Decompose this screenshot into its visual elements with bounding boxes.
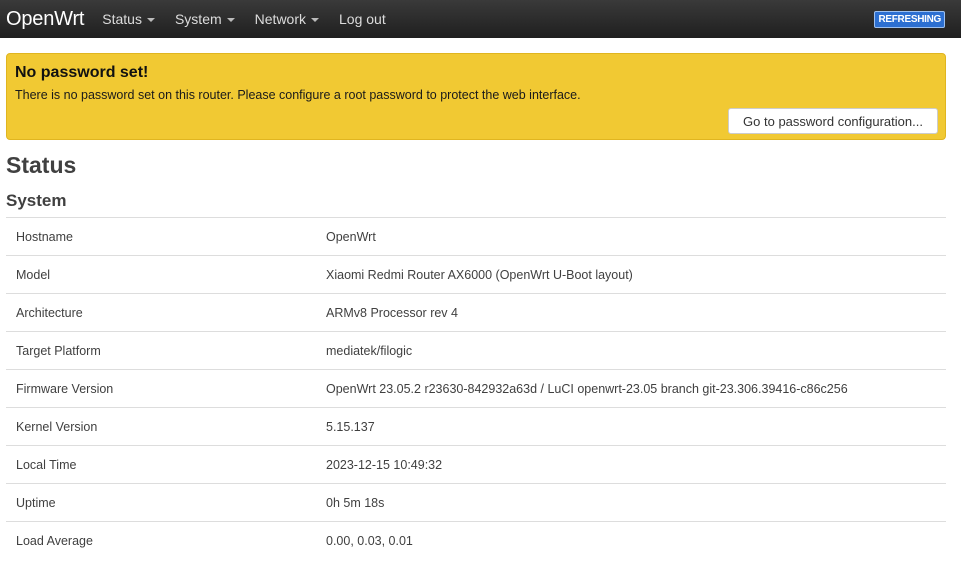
row-value: 5.15.137: [326, 419, 375, 434]
row-value: 0h 5m 18s: [326, 495, 385, 510]
refreshing-badge[interactable]: REFRESHING: [874, 11, 945, 28]
row-key: Hostname: [16, 229, 73, 244]
alert-title: No password set!: [15, 64, 149, 81]
chevron-down-icon: [311, 18, 320, 22]
row-key: Firmware Version: [16, 381, 114, 396]
table-row: Local Time 2023-12-15 10:49:32: [6, 445, 946, 483]
section-title-system: System: [6, 191, 67, 210]
table-row: Kernel Version 5.15.137: [6, 407, 946, 445]
nav-menu-system[interactable]: System: [175, 11, 235, 27]
nav-logout-label: Log out: [339, 11, 386, 27]
nav-menu-network-label: Network: [254, 11, 307, 27]
row-value: mediatek/filogic: [326, 343, 413, 358]
top-navbar: OpenWrt Status System Network Log out RE…: [0, 0, 961, 38]
row-value: Xiaomi Redmi Router AX6000 (OpenWrt U-Bo…: [326, 267, 633, 282]
nav-menu-network[interactable]: Network: [254, 11, 320, 27]
row-value: 2023-12-15 10:49:32: [326, 457, 443, 472]
no-password-alert: No password set! There is no password se…: [6, 53, 946, 140]
row-key: Kernel Version: [16, 419, 98, 434]
table-row: Load Average 0.00, 0.03, 0.01: [6, 521, 946, 559]
row-value: OpenWrt 23.05.2 r23630-842932a63d / LuCI…: [326, 381, 848, 396]
row-key: Load Average: [16, 533, 93, 548]
row-key: Target Platform: [16, 343, 101, 358]
table-row: Target Platform mediatek/filogic: [6, 331, 946, 369]
page-title: Status: [6, 152, 77, 178]
table-row: Uptime 0h 5m 18s: [6, 483, 946, 521]
nav-menu-system-label: System: [174, 11, 222, 27]
table-row: Model Xiaomi Redmi Router AX6000 (OpenWr…: [6, 255, 946, 293]
row-value: ARMv8 Processor rev 4: [326, 305, 458, 320]
row-key: Architecture: [16, 305, 83, 320]
table-row: Firmware Version OpenWrt 23.05.2 r23630-…: [6, 369, 946, 407]
system-info-table: Hostname OpenWrt Model Xiaomi Redmi Rout…: [6, 217, 946, 559]
brand-logo[interactable]: OpenWrt: [6, 8, 84, 31]
row-value: OpenWrt: [326, 229, 376, 244]
alert-message: There is no password set on this router.…: [15, 88, 581, 102]
row-key: Uptime: [16, 495, 56, 510]
go-to-password-config-button[interactable]: Go to password configuration...: [728, 108, 938, 134]
nav-menu-status[interactable]: Status: [102, 11, 155, 27]
nav-menu-status-label: Status: [102, 11, 142, 27]
chevron-down-icon: [226, 18, 235, 22]
table-row: Architecture ARMv8 Processor rev 4: [6, 293, 946, 331]
row-key: Model: [16, 267, 51, 282]
table-row: Hostname OpenWrt: [6, 217, 946, 255]
row-key: Local Time: [16, 457, 77, 472]
chevron-down-icon: [146, 18, 155, 22]
row-value: 0.00, 0.03, 0.01: [326, 533, 413, 548]
nav-logout-link[interactable]: Log out: [339, 11, 386, 27]
